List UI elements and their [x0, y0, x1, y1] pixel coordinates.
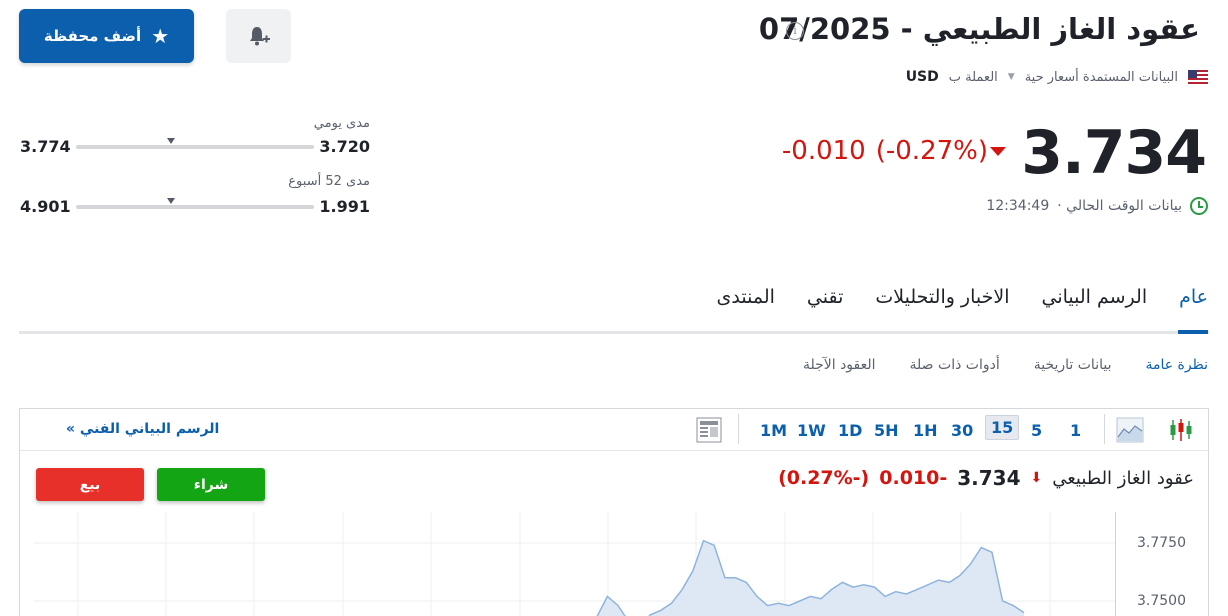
week52-range-bar: [76, 205, 314, 209]
time-value: 12:34:49: [986, 198, 1050, 214]
chart-change-percent: (-0.27%): [778, 467, 870, 489]
tab-forum[interactable]: المنتدى: [717, 286, 775, 318]
subtab-futures[interactable]: العقود الآجلة: [803, 357, 876, 373]
subtab-overview[interactable]: نظرة عامة: [1145, 357, 1208, 373]
subtab-historical[interactable]: بيانات تاريخية: [1034, 357, 1112, 373]
data-source-label: البيانات المستمدة أسعار حية: [1024, 69, 1178, 85]
week52-range-high: 4.901: [20, 197, 71, 216]
timeframe-15m[interactable]: 15: [985, 415, 1020, 440]
info-icon[interactable]: i: [786, 22, 804, 40]
timeframe-1d[interactable]: 1D: [838, 421, 862, 440]
daily-range-marker: [167, 138, 176, 144]
chart-title-row: عقود الغاز الطبيعي ⬇ 3.734 -0.010 (-0.27…: [778, 466, 1194, 490]
tab-chart[interactable]: الرسم البياني: [1042, 286, 1148, 318]
week52-range-label: مدى 52 أسبوع: [288, 174, 370, 189]
news-layout-icon[interactable]: [696, 417, 722, 443]
daily-range-high: 3.774: [20, 137, 71, 156]
time-row: بيانات الوقت الحالي · 12:34:49: [986, 197, 1208, 215]
timeframe-5h[interactable]: 5H: [874, 421, 899, 440]
time-label: بيانات الوقت الحالي ·: [1057, 198, 1182, 214]
main-tabs: عام الرسم البياني الاخبار والتحليلات تقن…: [685, 286, 1208, 318]
chart-instrument-name: عقود الغاز الطبيعي: [1052, 467, 1194, 489]
timeframe-1m[interactable]: 1: [1070, 421, 1081, 440]
down-arrow-icon: ⬇: [1030, 470, 1043, 486]
week52-range-marker: [167, 198, 176, 204]
timeframe-1mo[interactable]: 1M: [760, 421, 787, 440]
price-change: -0.010 (-0.27%): [782, 136, 988, 166]
daily-range-low: 3.720: [319, 137, 370, 156]
y-axis-line: [1115, 512, 1116, 616]
timeframe-5m[interactable]: 5: [1031, 421, 1042, 440]
daily-range-label: مدى يومي: [313, 116, 370, 131]
tab-technical[interactable]: تقني: [807, 286, 843, 318]
tabs-divider: [19, 331, 1209, 334]
clock-icon: [1190, 197, 1208, 215]
price-chart[interactable]: [34, 512, 1116, 616]
last-price: 3.734: [1021, 118, 1207, 188]
sub-tabs: نظرة عامة بيانات تاريخية أدوات ذات صلة ا…: [769, 357, 1208, 373]
active-tab-indicator: [1178, 330, 1208, 334]
y-tick-label: 3.7500: [1137, 593, 1186, 609]
add-portfolio-label: أضف محفظة: [43, 27, 142, 45]
down-arrow-icon: [990, 147, 1006, 156]
chart-price: 3.734: [957, 466, 1021, 490]
caret-down-icon[interactable]: ▼: [1008, 72, 1015, 82]
buy-button[interactable]: شراء: [157, 468, 265, 501]
add-portfolio-button[interactable]: أضف محفظة ★: [19, 9, 194, 63]
daily-range-bar: [76, 145, 314, 149]
tab-news[interactable]: الاخبار والتحليلات: [875, 286, 1009, 318]
meta-row: البيانات المستمدة أسعار حية ▼ العملة ب U…: [906, 67, 1208, 87]
star-icon: ★: [151, 24, 170, 48]
timeframe-30m[interactable]: 30: [951, 421, 973, 440]
timeframe-1h[interactable]: 1H: [913, 421, 938, 440]
timeframe-1w[interactable]: 1W: [797, 421, 826, 440]
week52-range-low: 1.991: [319, 197, 370, 216]
bell-plus-icon: [249, 27, 270, 46]
subtab-related[interactable]: أدوات ذات صلة: [910, 357, 1000, 373]
us-flag-icon: [1188, 70, 1208, 84]
page-title: عقود الغاز الطبيعي - 07/2025: [758, 12, 1200, 46]
price-area: [554, 540, 1024, 616]
currency-code: USD: [905, 69, 939, 85]
area-chart-icon[interactable]: [1116, 417, 1144, 443]
toolbar-separator: [738, 414, 739, 444]
currency-label: العملة ب: [948, 69, 998, 85]
candlestick-icon[interactable]: [1168, 417, 1194, 443]
tab-general[interactable]: عام: [1179, 286, 1208, 318]
toolbar-separator: [1104, 414, 1105, 444]
technical-chart-link[interactable]: الرسم البياني الفني »: [66, 421, 219, 437]
y-tick-label: 3.7750: [1137, 535, 1186, 551]
sell-button[interactable]: بيع: [36, 468, 144, 501]
chart-change: -0.010: [879, 467, 948, 489]
change-percent: (-0.27%): [875, 136, 988, 166]
change-value: -0.010: [781, 136, 866, 166]
add-alert-button[interactable]: [226, 9, 291, 63]
